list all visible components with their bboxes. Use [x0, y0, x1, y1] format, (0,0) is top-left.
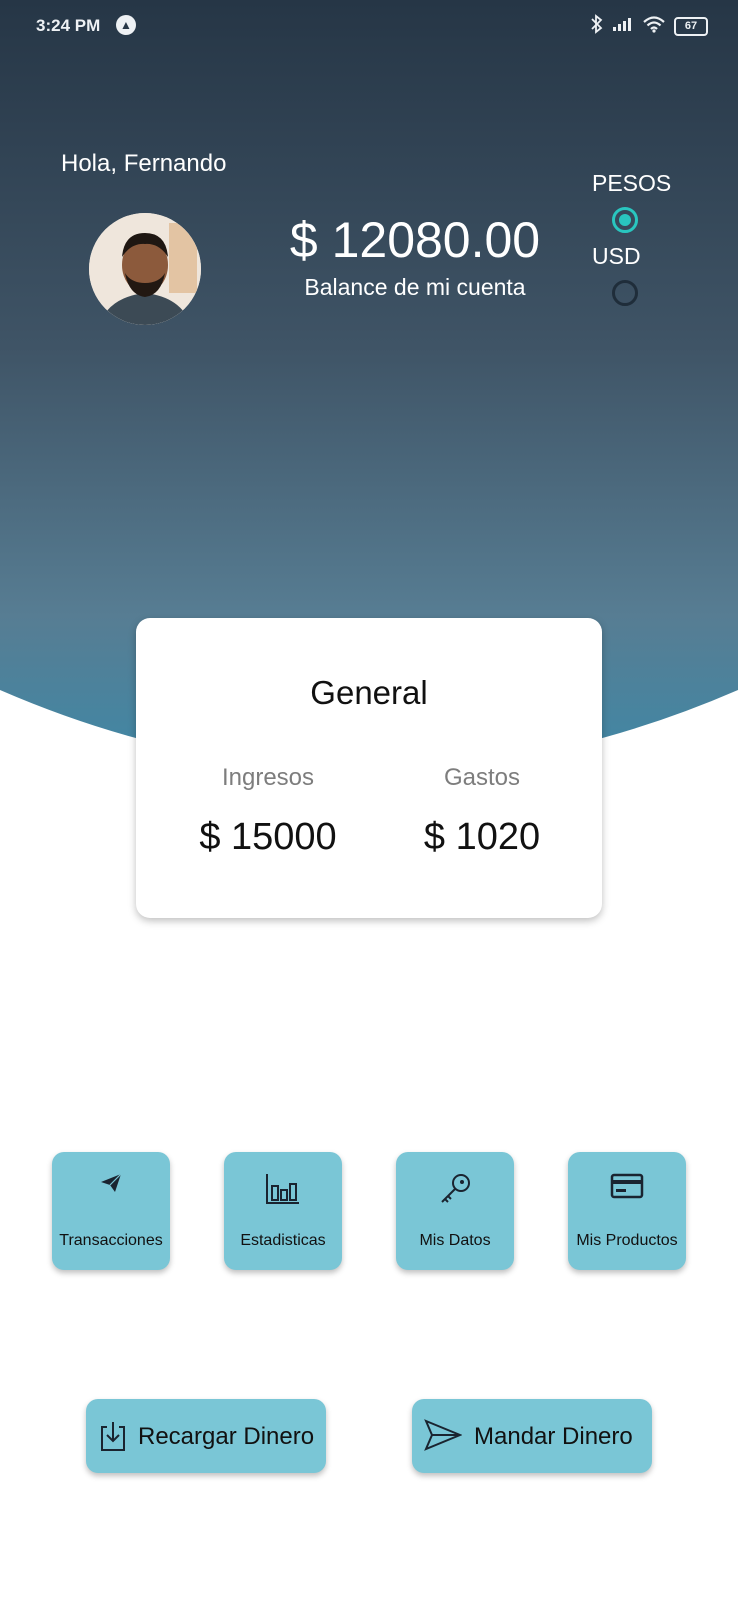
usd-radio[interactable] [612, 280, 638, 306]
card-title: General [310, 674, 428, 711]
greeting: Hola, Fernando [61, 150, 227, 177]
status-time: 3:24 PM [36, 16, 101, 35]
tile-label: Mis Productos [576, 1232, 678, 1249]
income-label: Ingresos [221, 764, 315, 791]
key-icon [396, 1172, 514, 1213]
avatar[interactable] [89, 213, 201, 325]
recargar-dinero-button[interactable]: Recargar Dinero [86, 1399, 326, 1473]
currency-label-usd: USD [592, 243, 641, 269]
tile-estadisticas[interactable]: Estadisticas [224, 1152, 342, 1270]
summary-card: General Ingresos $ 15000 Gastos $ 1020 [136, 618, 602, 918]
expense-column: Gastos $ 1020 [382, 764, 582, 859]
action-label: Recargar Dinero [138, 1423, 315, 1450]
tile-label: Estadisticas [240, 1232, 326, 1249]
battery-icon: 67 [674, 17, 708, 36]
tile-transacciones[interactable]: Transacciones [52, 1152, 170, 1270]
mandar-dinero-button[interactable]: Mandar Dinero [412, 1399, 652, 1473]
status-bar: 3:24 PM ▲ 67 [0, 0, 738, 52]
tile-mis-productos[interactable]: Mis Productos [568, 1152, 686, 1270]
bluetooth-icon [590, 14, 604, 39]
signal-icon [612, 16, 634, 37]
send-icon [424, 1419, 463, 1456]
bar-chart-icon [224, 1172, 342, 1211]
tile-label: Transacciones [59, 1232, 163, 1249]
paper-plane-icon [52, 1172, 170, 1199]
tile-label: Mis Datos [419, 1232, 491, 1249]
wifi-icon [642, 15, 666, 38]
pesos-radio[interactable] [612, 207, 638, 233]
currency-selector: PESOS USD [592, 170, 682, 316]
balance: $ 12080.00 Balance de mi cuenta [260, 210, 570, 301]
income-column: Ingresos $ 15000 [168, 764, 368, 859]
status-icons: 67 [590, 14, 708, 39]
currency-label-pesos: PESOS [592, 170, 672, 196]
download-icon [98, 1419, 128, 1458]
balance-label: Balance de mi cuenta [304, 274, 526, 300]
credit-card-icon [568, 1172, 686, 1205]
income-value: $ 15000 [199, 816, 337, 858]
expense-value: $ 1020 [423, 816, 541, 858]
navigation-app-icon: ▲ [116, 15, 136, 35]
balance-amount: $ 12080.00 [289, 212, 541, 268]
action-label: Mandar Dinero [474, 1423, 633, 1450]
tile-mis-datos[interactable]: Mis Datos [396, 1152, 514, 1270]
expense-label: Gastos [443, 764, 521, 791]
